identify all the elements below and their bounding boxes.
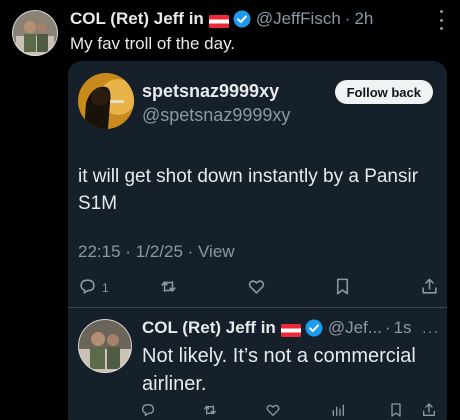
bookmark-icon bbox=[333, 277, 352, 299]
reply-time[interactable]: 1s bbox=[394, 318, 412, 338]
like-button[interactable] bbox=[247, 277, 266, 299]
separator: · bbox=[384, 318, 391, 337]
share-icon bbox=[421, 402, 437, 420]
author-handle[interactable]: @JeffFisch bbox=[256, 9, 341, 29]
more-icon[interactable]: ··· bbox=[422, 323, 439, 339]
post-time[interactable]: 2h bbox=[354, 9, 373, 29]
more-icon[interactable] bbox=[438, 10, 444, 30]
bookmark-button[interactable] bbox=[333, 277, 352, 299]
divider bbox=[68, 307, 447, 308]
follow-back-button[interactable]: Follow back bbox=[334, 80, 433, 104]
reply-author-handle[interactable]: @Jef... bbox=[328, 318, 382, 338]
bookmark-icon bbox=[388, 402, 404, 420]
reply-button[interactable]: 1 bbox=[78, 277, 109, 299]
austria-flag-icon bbox=[280, 322, 301, 337]
retweet-button[interactable] bbox=[202, 402, 218, 420]
share-icon bbox=[420, 277, 439, 299]
avatar[interactable] bbox=[78, 319, 132, 373]
quoted-author-handle[interactable]: @spetsnaz9999xy bbox=[142, 105, 290, 126]
retweet-icon bbox=[202, 402, 218, 420]
reply-text: Not likely. It’s not a commercial airlin… bbox=[142, 345, 416, 395]
like-icon bbox=[247, 277, 266, 299]
action-bar: 1 bbox=[68, 275, 447, 301]
reply-header: COL (Ret) Jeff in @Jef... · 1s bbox=[142, 317, 441, 339]
avatar[interactable] bbox=[12, 10, 58, 56]
reply-button[interactable] bbox=[140, 402, 156, 420]
post-header: COL (Ret) Jeff in @JeffFisch · 2h bbox=[70, 8, 420, 30]
avatar[interactable] bbox=[78, 73, 134, 129]
verified-badge-icon bbox=[233, 10, 251, 28]
quoted-post-meta[interactable]: 22:15 · 1/2/25 · View bbox=[78, 242, 235, 262]
retweet-button[interactable] bbox=[159, 277, 178, 299]
reply-count: 1 bbox=[102, 281, 109, 295]
quoted-author-name[interactable]: spetsnaz9999xy bbox=[142, 81, 279, 102]
reply-icon bbox=[140, 402, 156, 420]
bookmark-button[interactable] bbox=[388, 402, 404, 420]
separator: · bbox=[344, 9, 351, 28]
reply-thread-card: spetsnaz9999xy @spetsnaz9999xy Follow ba… bbox=[68, 61, 447, 420]
timeline: COL (Ret) Jeff in @JeffFisch · 2h My fav… bbox=[0, 0, 460, 420]
like-button[interactable] bbox=[265, 402, 281, 420]
verified-badge-icon bbox=[305, 319, 323, 337]
like-icon bbox=[265, 402, 281, 420]
views-icon bbox=[330, 402, 346, 420]
quoted-post-text: it will get shot down instantly by a Pan… bbox=[78, 166, 419, 214]
retweet-icon bbox=[159, 277, 178, 299]
reply-action-bar bbox=[68, 400, 447, 420]
share-button[interactable] bbox=[421, 402, 437, 420]
reply-icon bbox=[78, 277, 97, 299]
share-button[interactable] bbox=[420, 277, 439, 299]
author-name[interactable]: COL (Ret) Jeff in bbox=[70, 9, 204, 29]
reply-author-name[interactable]: COL (Ret) Jeff in bbox=[142, 318, 276, 338]
austria-flag-icon bbox=[208, 13, 229, 28]
post-text: My fav troll of the day. bbox=[70, 34, 236, 53]
views-button[interactable] bbox=[330, 402, 346, 420]
